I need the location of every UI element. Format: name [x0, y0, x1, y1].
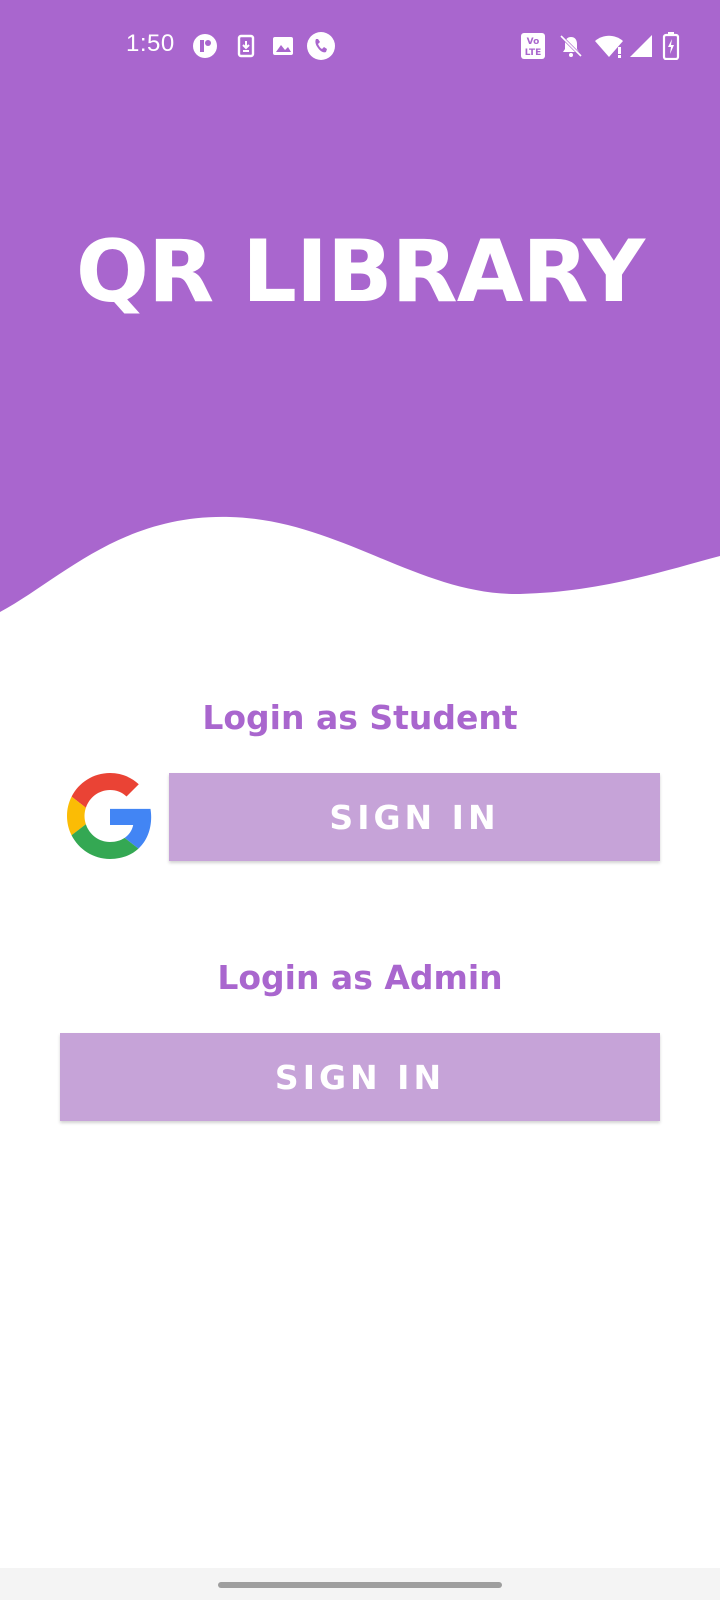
wifi-icon — [594, 33, 624, 59]
image-icon — [270, 33, 296, 59]
app-notification-icon — [192, 33, 218, 59]
svg-text:Vo: Vo — [527, 37, 540, 47]
silent-bell-icon — [558, 33, 584, 59]
student-sign-in-button[interactable]: SIGN IN — [169, 773, 660, 861]
download-icon — [233, 33, 259, 59]
svg-text:LTE: LTE — [525, 48, 542, 58]
status-bar: 1:50 Vo LTE — [0, 0, 720, 92]
admin-login-heading: Login as Admin — [217, 958, 503, 997]
app-title: QR LIBRARY — [75, 222, 645, 322]
battery-charging-icon — [662, 32, 680, 60]
home-gesture-handle[interactable] — [218, 1582, 502, 1588]
volte-icon: Vo LTE — [520, 32, 546, 60]
status-time: 1:50 — [126, 30, 175, 57]
phone-call-icon — [306, 31, 336, 61]
student-login-heading: Login as Student — [202, 698, 518, 737]
cellular-signal-icon — [628, 33, 654, 59]
google-icon — [67, 773, 153, 859]
admin-sign-in-button[interactable]: SIGN IN — [60, 1033, 660, 1121]
